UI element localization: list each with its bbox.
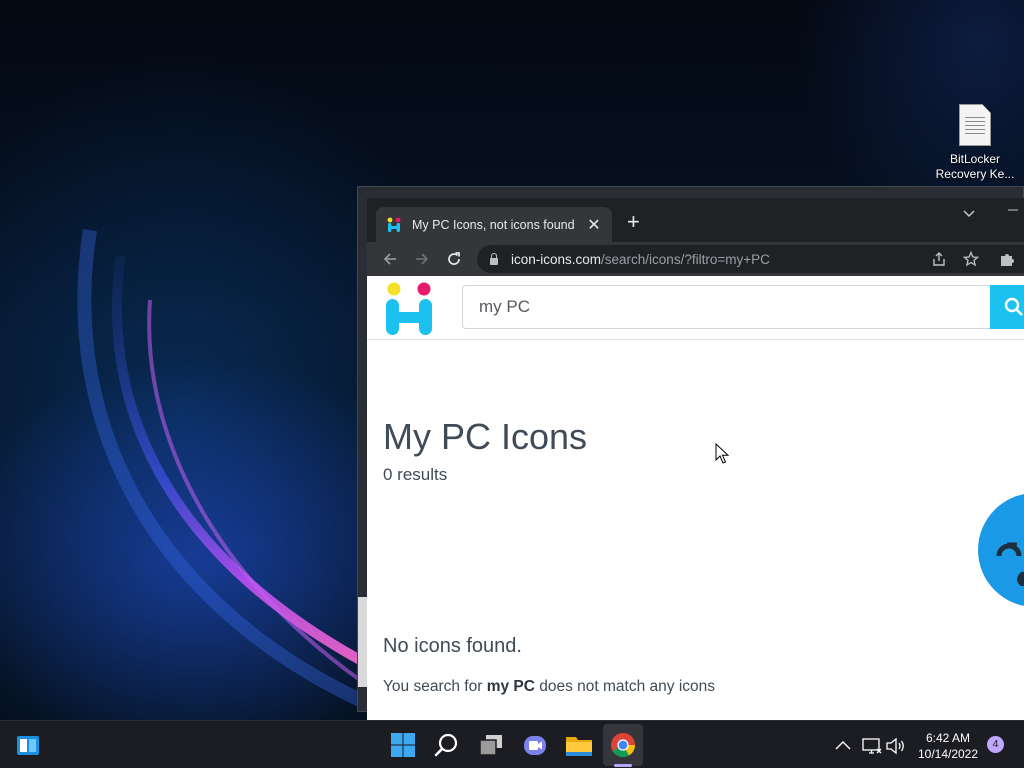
empty-state-message: You search for my PC does not match any …: [383, 678, 716, 695]
search-query-text: my PC: [486, 678, 535, 695]
page-title: My PC Icons: [383, 416, 588, 457]
notification-badge[interactable]: 4: [987, 736, 1004, 753]
result-count: 0 results: [383, 465, 448, 484]
search-icon[interactable]: [431, 729, 463, 761]
chrome-icon[interactable]: [607, 729, 639, 761]
task-view-icon[interactable]: [475, 729, 507, 761]
empty-state-title: No icons found.: [383, 635, 522, 657]
tab-active[interactable]: My PC Icons, not icons found ✕: [376, 207, 612, 242]
forward-arrow-icon[interactable]: [411, 248, 433, 270]
lock-icon: [489, 253, 499, 265]
search-input[interactable]: my PC: [462, 285, 992, 329]
desktop-icon-bitlocker[interactable]: BitLocker Recovery Ke...: [932, 104, 1018, 188]
sad-face-illustration-icon: [977, 492, 1024, 613]
teams-chat-icon[interactable]: [519, 729, 551, 761]
start-windows-icon[interactable]: [387, 729, 419, 761]
address-bar[interactable]: icon-icons.com/search/icons/?filtro=my+P…: [477, 245, 1024, 273]
new-tab-button[interactable]: +: [627, 211, 640, 233]
clock-time: 6:42 AM: [925, 731, 971, 745]
browser-toolbar: icon-icons.com/search/icons/?filtro=my+P…: [367, 242, 1024, 276]
volume-icon[interactable]: [884, 734, 908, 758]
site-header: my PC: [367, 276, 1024, 340]
network-icon[interactable]: [860, 734, 884, 758]
icon-icons-favicon-icon: [386, 217, 402, 233]
chevron-down-icon[interactable]: [963, 206, 975, 221]
text-file-icon: [959, 104, 991, 146]
desktop-icon-label: BitLocker Recovery Ke...: [935, 152, 1015, 181]
url-host: icon-icons.com: [511, 251, 602, 267]
tab-close-icon[interactable]: ✕: [586, 215, 602, 235]
search-button[interactable]: [990, 285, 1024, 329]
mouse-pointer-icon: [715, 443, 729, 464]
file-explorer-icon[interactable]: [563, 729, 595, 761]
browser-window[interactable]: My PC Icons, not icons found ✕ + icon-ic…: [367, 198, 1024, 720]
back-arrow-icon[interactable]: [379, 248, 401, 270]
tab-title: My PC Icons, not icons found: [412, 217, 575, 232]
url-path: /search/icons/?filtro=my+PC: [601, 251, 770, 267]
search-icon: [1004, 297, 1023, 316]
extensions-puzzle-icon[interactable]: [999, 251, 1015, 270]
system-clock[interactable]: 6:42 AM 10/14/2022: [912, 730, 984, 762]
widgets-icon[interactable]: [12, 729, 44, 761]
active-app-indicator: [614, 764, 632, 767]
icon-icons-logo[interactable]: [385, 282, 435, 336]
bookmark-star-icon[interactable]: [962, 250, 980, 270]
reload-icon[interactable]: [443, 248, 465, 270]
taskbar: 6:42 AM 10/14/2022: [0, 720, 1024, 768]
chevron-up-icon[interactable]: [831, 734, 855, 758]
tab-strip: My PC Icons, not icons found ✕ +: [367, 198, 1024, 242]
clock-date: 10/14/2022: [917, 747, 979, 761]
minimize-icon[interactable]: [1007, 201, 1019, 217]
share-icon[interactable]: [931, 251, 947, 270]
